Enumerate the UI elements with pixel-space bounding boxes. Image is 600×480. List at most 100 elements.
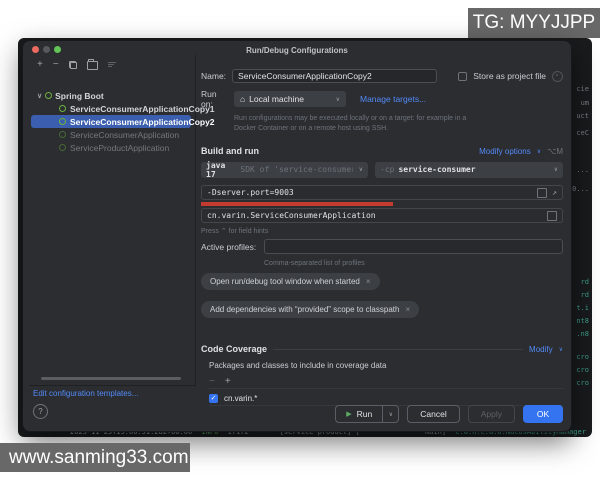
- dialog-titlebar: Run/Debug Configurations: [23, 41, 571, 55]
- chevron-down-icon: ∨: [554, 166, 558, 173]
- name-input[interactable]: ServiceConsumerApplicationCopy2: [232, 69, 437, 83]
- tree-item-serviceproduct[interactable]: ServiceProductApplication: [29, 141, 193, 154]
- cancel-button[interactable]: Cancel: [407, 405, 459, 423]
- close-icon[interactable]: ×: [366, 277, 371, 286]
- active-profiles-help: Comma-separated list of profiles: [264, 259, 365, 269]
- main-class-row: cn.varin.ServiceConsumerApplication: [201, 208, 563, 223]
- run-on-help-text: Run configurations may be executed local…: [234, 114, 486, 134]
- expand-field-icon[interactable]: ↗: [552, 188, 557, 197]
- cp-prefix: -cp: [380, 165, 394, 174]
- main-class-input[interactable]: cn.varin.ServiceConsumerApplication: [201, 208, 563, 223]
- dialog-buttons: ▶ Run ∨ Cancel Apply OK: [335, 405, 563, 423]
- build-and-run-header-row: Build and run Modify options ∨ ⌥M: [201, 145, 563, 157]
- bg-fragment: rd: [581, 291, 589, 299]
- add-configuration-icon[interactable]: +: [37, 59, 43, 70]
- zoom-window-button[interactable]: [54, 46, 61, 53]
- help-button[interactable]: ?: [33, 404, 48, 419]
- play-icon: ▶: [346, 410, 351, 418]
- coverage-pattern-row[interactable]: ✓ cn.varin.*: [209, 391, 563, 406]
- active-profiles-label: Active profiles:: [201, 242, 258, 252]
- bg-fragment: .n8: [576, 330, 589, 338]
- remove-pattern-icon[interactable]: −: [209, 376, 215, 387]
- tree-item-serviceconsumer[interactable]: ServiceConsumerApplication: [29, 128, 193, 141]
- house-icon: ⌂: [240, 94, 245, 104]
- run-debug-configurations-dialog: Run/Debug Configurations + − ∨ Spring Bo…: [22, 40, 572, 432]
- chevron-down-icon: ∨: [559, 346, 563, 353]
- close-window-button[interactable]: [32, 46, 39, 53]
- run-button[interactable]: ▶ Run: [335, 405, 383, 423]
- field-hint-text: Press ⌃ for field hints: [201, 227, 268, 237]
- vm-options-value: -Dserver.port=9003: [207, 188, 294, 197]
- code-coverage-header: Code Coverage: [201, 344, 267, 354]
- bg-fragment: rd: [581, 278, 589, 286]
- bg-fragment: cro: [576, 353, 589, 361]
- chip-add-provided-dependencies[interactable]: Add dependencies with “provided” scope t…: [201, 301, 419, 318]
- chevron-down-icon: ∨: [359, 166, 363, 173]
- horizontal-scrollbar[interactable]: [41, 377, 181, 380]
- ide-background: cie um uct ceC ... 0... rd rd t.i nt8 .n…: [18, 38, 592, 437]
- divider: [273, 349, 523, 350]
- bg-fragment: ceC: [576, 129, 589, 137]
- bg-fragment: 0...: [572, 185, 589, 193]
- vm-options-row: -Dserver.port=9003 ↗: [201, 185, 563, 200]
- run-on-value: Local machine: [249, 94, 304, 104]
- run-on-label: Run on:: [201, 89, 228, 109]
- sort-configurations-icon[interactable]: [108, 62, 116, 67]
- remove-configuration-icon[interactable]: −: [53, 59, 59, 70]
- sidebar-toolbar: + −: [37, 59, 116, 70]
- jdk-classpath-row: java 17 SDK of 'service-consumer' ∨ -cp …: [201, 161, 563, 178]
- gear-icon[interactable]: [552, 71, 563, 82]
- run-options-arrow-button[interactable]: ∨: [383, 405, 399, 423]
- dialog-title: Run/Debug Configurations: [23, 41, 571, 55]
- modify-options-link[interactable]: Modify options: [479, 147, 531, 156]
- configurations-sidebar: + − ∨ Spring Boot ServiceConsumerApplica…: [29, 55, 196, 386]
- tree-node-spring-boot[interactable]: ∨ Spring Boot: [29, 89, 193, 102]
- store-as-project-file-checkbox[interactable]: [458, 72, 467, 81]
- spring-boot-icon: [59, 131, 66, 138]
- bg-fragment: uct: [576, 112, 589, 120]
- ok-button[interactable]: OK: [523, 405, 563, 423]
- run-on-row: Run on: ⌂ Local machine ∨ Manage targets…: [201, 91, 563, 107]
- watermark-top: TG: MYYJJPP: [468, 8, 600, 38]
- jdk-value: java 17: [206, 161, 237, 179]
- build-and-run-header: Build and run: [201, 146, 259, 156]
- browse-class-icon[interactable]: [547, 211, 557, 221]
- run-split-button: ▶ Run ∨: [335, 405, 399, 423]
- red-underline-annotation: [201, 202, 393, 206]
- main-class-value: cn.varin.ServiceConsumerApplication: [207, 211, 376, 220]
- macros-icon[interactable]: [537, 188, 547, 198]
- jdk-dropdown[interactable]: java 17 SDK of 'service-consumer' ∨: [201, 162, 368, 178]
- store-as-project-file-label: Store as project file: [473, 71, 546, 81]
- bg-fragment: cro: [576, 366, 589, 374]
- edit-configuration-templates-link[interactable]: Edit configuration templates...: [33, 389, 138, 398]
- tree-item-copy2-selected[interactable]: ServiceConsumerApplicationCopy2: [31, 115, 191, 128]
- coverage-description: Packages and classes to include in cover…: [209, 361, 386, 371]
- add-pattern-icon[interactable]: +: [225, 376, 231, 387]
- active-profiles-input[interactable]: [264, 239, 563, 254]
- code-coverage-header-row: Code Coverage Modify ∨: [201, 343, 563, 355]
- spring-boot-icon: [59, 105, 66, 112]
- coverage-pattern-checkbox[interactable]: ✓: [209, 394, 218, 403]
- bg-fragment: nt8: [576, 317, 589, 325]
- move-to-folder-icon[interactable]: [87, 61, 98, 70]
- vm-options-input[interactable]: -Dserver.port=9003 ↗: [201, 185, 563, 200]
- copy-configuration-icon[interactable]: [69, 61, 77, 69]
- bg-fragment: cie: [576, 85, 589, 93]
- bg-fragment: ...: [576, 166, 589, 174]
- chip-open-run-tool-window[interactable]: Open run/debug tool window when started …: [201, 273, 380, 290]
- classpath-dropdown[interactable]: -cp service-consumer ∨: [375, 162, 563, 178]
- close-icon[interactable]: ×: [405, 305, 410, 314]
- apply-button[interactable]: Apply: [468, 405, 515, 423]
- cp-value: service-consumer: [398, 165, 475, 174]
- tree-item-copy1[interactable]: ServiceConsumerApplicationCopy1: [29, 102, 193, 115]
- manage-targets-link[interactable]: Manage targets...: [360, 94, 426, 104]
- run-on-dropdown[interactable]: ⌂ Local machine ∨: [234, 91, 346, 107]
- tree-item-label: ServiceConsumerApplicationCopy1: [70, 104, 215, 114]
- name-label: Name:: [201, 71, 226, 81]
- tree-item-label: ServiceConsumerApplicationCopy2: [70, 117, 215, 127]
- chip-label: Open run/debug tool window when started: [210, 277, 360, 286]
- minimize-window-button[interactable]: [43, 46, 50, 53]
- coverage-modify-link[interactable]: Modify: [529, 345, 553, 354]
- bg-fragment: cro: [576, 379, 589, 387]
- spring-boot-icon: [45, 92, 52, 99]
